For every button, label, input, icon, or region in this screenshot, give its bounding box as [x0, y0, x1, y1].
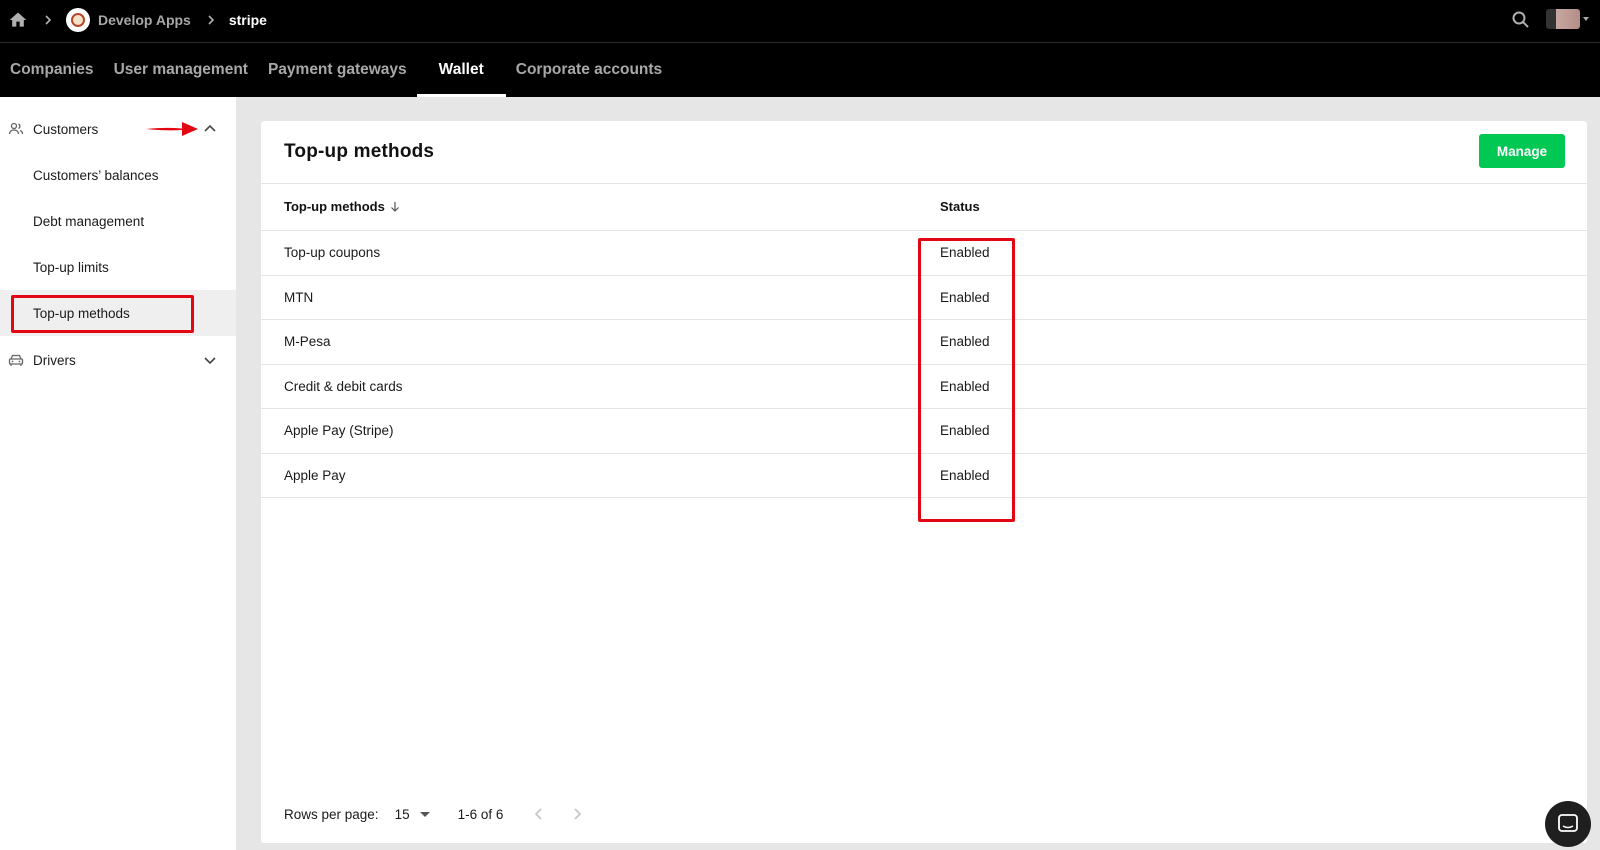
column-header-label: Top-up methods	[284, 199, 385, 214]
divider	[261, 183, 1587, 184]
search-icon[interactable]	[1511, 10, 1531, 30]
annotation-arrow-icon	[146, 122, 198, 136]
sort-arrow-down-icon[interactable]	[389, 201, 401, 213]
page-title: Top-up methods	[284, 141, 435, 162]
home-icon[interactable]	[8, 10, 28, 30]
column-header-status: Status	[940, 199, 980, 214]
tab-companies[interactable]: Companies	[0, 43, 104, 97]
caret-down-icon	[419, 811, 430, 817]
tab-payment-gateways[interactable]: Payment gateways	[258, 43, 417, 97]
sidebar-group-label: Drivers	[33, 352, 76, 368]
table-pagination: Rows per page: 15 1-6 of 6	[284, 804, 585, 824]
breadcrumb-app[interactable]: Develop Apps	[98, 12, 191, 28]
sidebar-item-top-up-limits[interactable]: Top-up limits	[0, 244, 236, 290]
breadcrumb: Develop Apps stripe	[0, 0, 1600, 40]
next-page-icon[interactable]	[569, 806, 585, 822]
method-name: Apple Pay	[284, 468, 346, 483]
tab-wallet[interactable]: Wallet	[416, 43, 506, 97]
sidebar-item-label: Top-up limits	[33, 259, 109, 275]
sidebar-item-label: Debt management	[33, 213, 145, 229]
sidebar: Customers Customers’ balances Debt manag…	[0, 97, 236, 850]
chevron-down-icon[interactable]	[202, 352, 218, 368]
manage-button[interactable]: Manage	[1479, 134, 1565, 168]
tab-corporate-accounts[interactable]: Corporate accounts	[506, 43, 672, 97]
main-tabs: Companies User management Payment gatewa…	[0, 43, 672, 97]
sidebar-item-label: Customers’ balances	[33, 167, 159, 183]
caret-down-icon[interactable]	[1583, 17, 1589, 21]
annotation-highlight-box	[918, 238, 1015, 522]
method-name: Credit & debit cards	[284, 379, 403, 394]
breadcrumb-current: stripe	[228, 12, 267, 28]
top-bar: Develop Apps stripe Companies User manag…	[0, 0, 1600, 97]
rows-per-page-label: Rows per page:	[284, 806, 379, 822]
people-icon	[8, 121, 24, 137]
method-name: MTN	[284, 290, 314, 305]
chevron-right-icon	[205, 14, 217, 26]
chevron-right-icon	[42, 14, 54, 26]
method-name: Top-up coupons	[284, 245, 381, 260]
column-header-method[interactable]: Top-up methods	[284, 199, 401, 214]
chevron-up-icon[interactable]	[202, 121, 218, 137]
car-icon	[8, 352, 24, 368]
prev-page-icon[interactable]	[531, 806, 547, 822]
sidebar-group-label: Customers	[33, 121, 99, 137]
tab-user-management[interactable]: User management	[104, 43, 258, 97]
sidebar-item-customers-balances[interactable]: Customers’ balances	[0, 152, 236, 198]
method-name: M-Pesa	[284, 334, 331, 349]
sidebar-group-drivers[interactable]: Drivers	[0, 337, 236, 383]
column-header-label: Status	[940, 199, 980, 214]
avatar[interactable]	[1546, 9, 1580, 29]
chat-launcher-icon[interactable]	[1545, 801, 1591, 847]
sidebar-item-debt-management[interactable]: Debt management	[0, 198, 236, 244]
rows-per-page-select[interactable]: 15	[395, 807, 430, 822]
method-name: Apple Pay (Stripe)	[284, 423, 394, 438]
rows-per-page-value: 15	[394, 806, 410, 822]
app-logo	[66, 8, 90, 32]
sidebar-group-customers[interactable]: Customers	[0, 106, 236, 152]
annotation-highlight-box	[11, 295, 194, 333]
pagination-range: 1-6 of 6	[457, 806, 504, 822]
